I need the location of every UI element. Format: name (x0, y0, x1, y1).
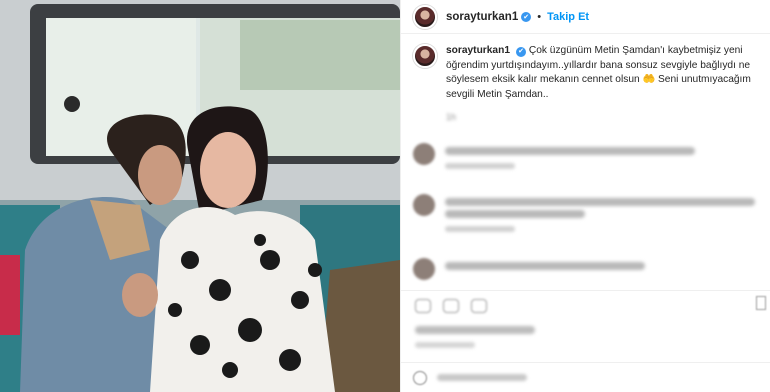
comment-icon[interactable] (443, 298, 459, 313)
comment-row (413, 194, 765, 232)
comment-text-blurred (445, 210, 585, 218)
comment-text-blurred (445, 198, 755, 206)
smile-icon[interactable] (413, 370, 427, 385)
caption-verified-icon: ✔ (516, 47, 526, 58)
caption-username[interactable]: sorayturkan1 (446, 45, 510, 56)
follow-button[interactable]: Takip Et (547, 11, 589, 23)
verified-badge-icon: ✔ (521, 11, 532, 22)
comment-body (445, 143, 695, 169)
share-icon[interactable] (471, 298, 487, 313)
comment-row (413, 143, 765, 169)
comment-meta-blurred (445, 163, 515, 169)
comment-meta-blurred (445, 226, 515, 232)
separator-dot: • (537, 10, 542, 23)
profile-avatar[interactable] (413, 4, 437, 29)
comment-text-blurred (445, 262, 645, 270)
comment-input-blurred[interactable] (437, 374, 527, 381)
comment-avatar[interactable] (413, 143, 435, 165)
heart-icon[interactable] (415, 298, 431, 313)
likes-count-blurred[interactable] (415, 326, 535, 334)
post-header: sorayturkan1 ✔ • Takip Et (401, 0, 770, 34)
action-bar (401, 290, 770, 320)
comment-text-blurred (445, 147, 695, 155)
post-panel: sorayturkan1 ✔ • Takip Et sorayturkan1 ✔ … (400, 0, 770, 392)
comment-body (445, 194, 755, 232)
comment-row (413, 258, 765, 280)
caption-avatar[interactable] (413, 44, 437, 68)
caption: sorayturkan1 ✔ Çok üzgünüm Metin Şamdan'ı… (413, 44, 765, 102)
caption-timestamp: 1h (446, 112, 457, 122)
add-comment-bar (401, 362, 770, 392)
caption-text-block: sorayturkan1 ✔ Çok üzgünüm Metin Şamdan'ı… (446, 44, 765, 102)
bookmark-icon[interactable] (756, 296, 766, 310)
comment-avatar[interactable] (413, 194, 435, 216)
post-date-blurred (415, 342, 475, 348)
post-photo (0, 0, 400, 392)
comment-body (445, 258, 645, 280)
comment-avatar[interactable] (413, 258, 435, 280)
header-username[interactable]: sorayturkan1 (446, 11, 518, 23)
